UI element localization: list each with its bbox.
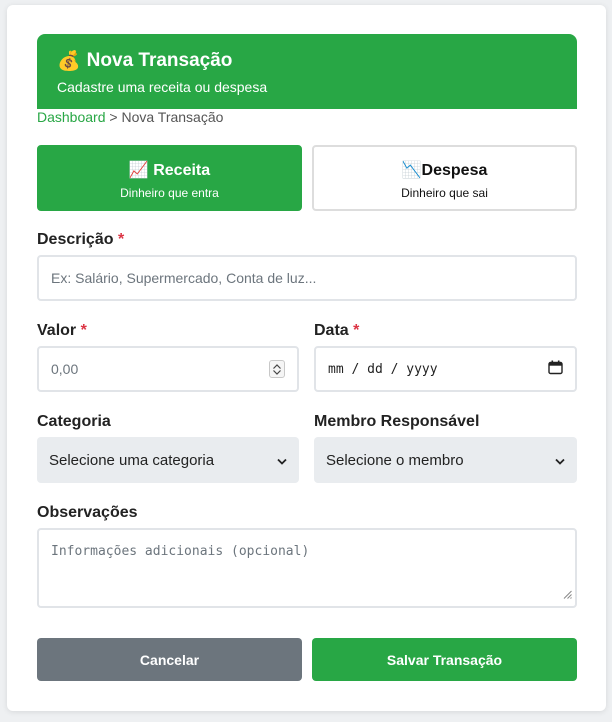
valor-label-text: Valor: [37, 322, 77, 339]
chevron-down-icon: [555, 452, 565, 469]
categoria-selected: Selecione uma categoria: [49, 451, 215, 469]
page-subtitle: Cadastre uma receita ou despesa: [57, 79, 268, 95]
calendar-icon[interactable]: [548, 360, 563, 378]
breadcrumb-separator: >: [105, 109, 122, 125]
descricao-label: Descrição *: [37, 231, 124, 249]
resize-handle-icon[interactable]: [563, 588, 572, 603]
categoria-label: Categoria: [37, 413, 111, 430]
chart-down-icon: 📉: [401, 162, 422, 179]
membro-selected: Selecione o membro: [326, 451, 464, 469]
valor-placeholder: 0,00: [51, 361, 79, 377]
page-header: 💰 Nova Transação Cadastre uma receita ou…: [37, 34, 577, 109]
type-receita-label: Receita: [153, 162, 211, 179]
date-placeholder: mm / dd / yyyy: [328, 361, 438, 377]
required-mark: *: [117, 231, 125, 248]
membro-select[interactable]: Selecione o membro: [314, 437, 577, 483]
descricao-label-text: Descrição: [37, 231, 114, 248]
money-bag-icon: 💰: [57, 51, 81, 72]
type-despesa-label: Despesa: [421, 162, 488, 179]
chevron-down-icon: [277, 452, 287, 469]
valor-label: Valor *: [37, 322, 87, 340]
categoria-select[interactable]: Selecione uma categoria: [37, 437, 299, 483]
breadcrumb-dashboard-link[interactable]: Dashboard: [37, 109, 106, 125]
data-label: Data *: [314, 322, 359, 340]
chart-up-icon: 📈: [128, 162, 149, 179]
valor-input[interactable]: 0,00: [37, 346, 299, 392]
type-despesa-button[interactable]: 📉Despesa Dinheiro que sai: [312, 145, 577, 211]
descricao-input[interactable]: Ex: Salário, Supermercado, Conta de luz.…: [37, 255, 577, 301]
breadcrumb-current: Nova Transação: [121, 109, 224, 125]
save-transaction-button[interactable]: Salvar Transação: [312, 638, 577, 681]
type-despesa-sub: Dinheiro que sai: [401, 186, 488, 200]
observacoes-textarea[interactable]: Informações adicionais (opcional): [37, 528, 577, 608]
data-label-text: Data: [314, 322, 349, 339]
observacoes-placeholder: Informações adicionais (opcional): [51, 544, 310, 559]
descricao-placeholder: Ex: Salário, Supermercado, Conta de luz.…: [51, 270, 317, 286]
type-receita-button[interactable]: 📈 Receita Dinheiro que entra: [37, 145, 302, 211]
page-title: 💰 Nova Transação: [57, 48, 557, 74]
membro-label: Membro Responsável: [314, 413, 480, 430]
number-stepper-icon[interactable]: [269, 360, 285, 378]
type-despesa-title: 📉Despesa: [314, 160, 575, 180]
cancel-button[interactable]: Cancelar: [37, 638, 302, 681]
type-receita-sub: Dinheiro que entra: [120, 186, 219, 200]
type-receita-title: 📈 Receita: [39, 160, 300, 180]
data-input[interactable]: mm / dd / yyyy: [314, 346, 577, 392]
required-mark: *: [353, 322, 360, 339]
required-mark: *: [80, 322, 87, 339]
page-title-text: Nova Transação: [86, 50, 233, 71]
breadcrumb: Dashboard > Nova Transação: [37, 109, 223, 125]
observacoes-label: Observações: [37, 504, 138, 521]
